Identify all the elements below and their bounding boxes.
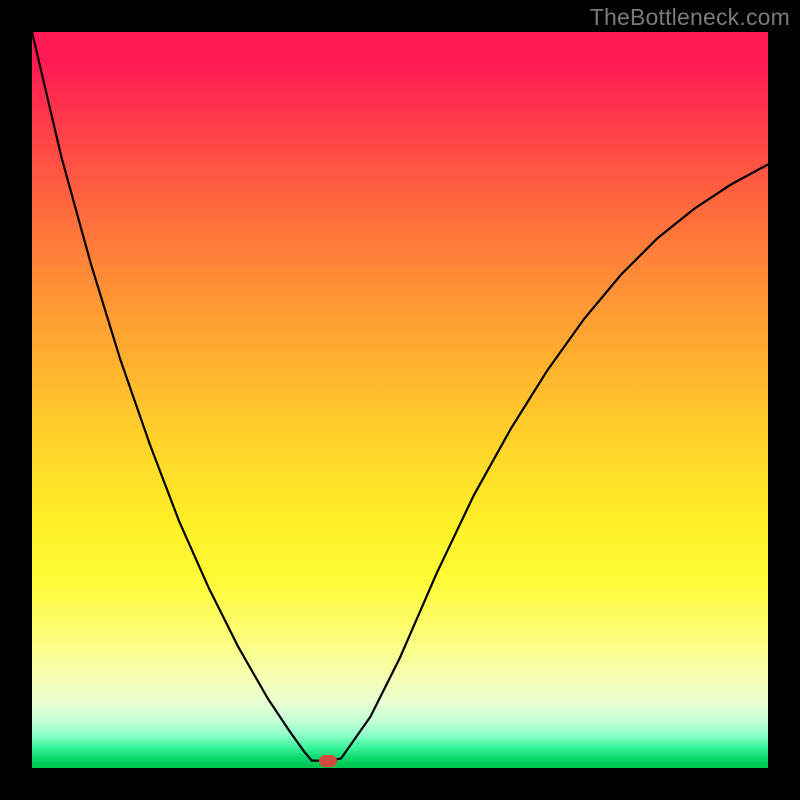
chart-frame: TheBottleneck.com — [0, 0, 800, 800]
optimal-marker — [319, 755, 337, 767]
watermark-text: TheBottleneck.com — [590, 4, 790, 31]
curve-svg — [32, 32, 768, 768]
bottleneck-curve — [32, 32, 768, 761]
chart-plot — [32, 32, 768, 768]
